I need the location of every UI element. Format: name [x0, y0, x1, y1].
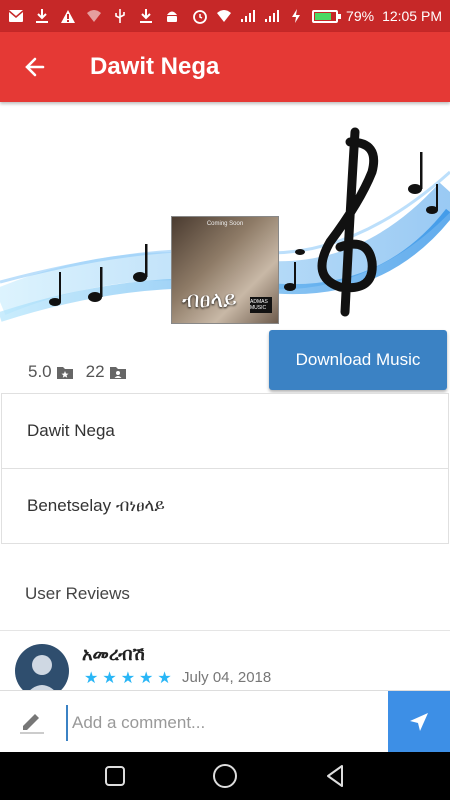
warning-icon [60, 8, 76, 24]
battery-percent: 79% [346, 8, 375, 24]
download-music-button[interactable]: Download Music [269, 330, 447, 390]
usb-icon [112, 8, 128, 24]
artist-card[interactable]: Dawit Nega [1, 393, 449, 469]
download-icon [34, 8, 50, 24]
star-icon: ★ [120, 670, 136, 687]
clock: 12:05 PM [382, 8, 442, 24]
count-stat: 22 [86, 362, 127, 382]
back-nav-button[interactable] [315, 756, 355, 796]
home-button[interactable] [205, 756, 245, 796]
arrow-left-icon [25, 57, 45, 77]
charging-icon [288, 8, 304, 24]
square-icon [105, 766, 125, 786]
wifi-icon [216, 8, 232, 24]
app-bar: Dawit Nega [0, 32, 450, 102]
triangle-back-icon [327, 765, 343, 787]
review-date: July 04, 2018 [182, 669, 272, 686]
artist-name: Dawit Nega [27, 421, 115, 440]
song-card[interactable]: Benetselay ብነፀላይ [1, 468, 449, 544]
star-folder-icon [56, 366, 73, 379]
review-item: አመረብሽ ★ ★ ★ ★ ★ July 04, 2018 [0, 638, 450, 698]
song-title: Benetselay ብነፀላይ [27, 496, 165, 515]
mail-icon [8, 8, 24, 24]
page-title: Dawit Nega [90, 53, 220, 80]
stats-row: 5.0 22 [28, 362, 127, 382]
star-icon: ★ [102, 670, 117, 687]
system-nav-bar [0, 752, 450, 800]
status-bar: 79% 12:05 PM [0, 0, 450, 32]
send-button[interactable] [388, 691, 450, 753]
user-folder-icon [109, 366, 126, 379]
comment-input[interactable] [66, 705, 376, 741]
comment-bar [0, 690, 450, 753]
pencil-icon [20, 714, 44, 734]
send-icon [410, 713, 428, 731]
battery-icon [312, 9, 342, 23]
signal-icon [240, 8, 256, 24]
album-banner: Coming Soon ብፀላይ ADMAS MUSIC [0, 102, 450, 328]
rating-stat: 5.0 [28, 362, 74, 382]
reviewer-name: አመረብሽ [82, 644, 145, 665]
divider [0, 630, 450, 631]
download-icon-2 [138, 8, 154, 24]
circle-icon [213, 764, 237, 788]
signal-icon-2 [264, 8, 280, 24]
wifi-off-icon [86, 8, 102, 24]
album-cover[interactable]: Coming Soon ብፀላይ ADMAS MUSIC [171, 216, 279, 324]
star-icon: ★ [157, 670, 172, 687]
android-icon [164, 8, 180, 24]
rating-value: 5.0 [28, 362, 52, 381]
recents-button[interactable] [95, 756, 135, 796]
cover-title: ብፀላይ [182, 288, 237, 313]
alarm-icon [192, 8, 208, 24]
label-logo: ADMAS MUSIC [250, 297, 272, 313]
star-icon: ★ [139, 670, 154, 687]
star-rating: ★ ★ ★ ★ ★ [84, 668, 172, 688]
back-button[interactable] [0, 32, 70, 102]
reviews-heading: User Reviews [25, 584, 130, 603]
cover-top-text: Coming Soon [206, 221, 244, 227]
star-icon: ★ [84, 670, 99, 687]
count-value: 22 [85, 362, 105, 381]
